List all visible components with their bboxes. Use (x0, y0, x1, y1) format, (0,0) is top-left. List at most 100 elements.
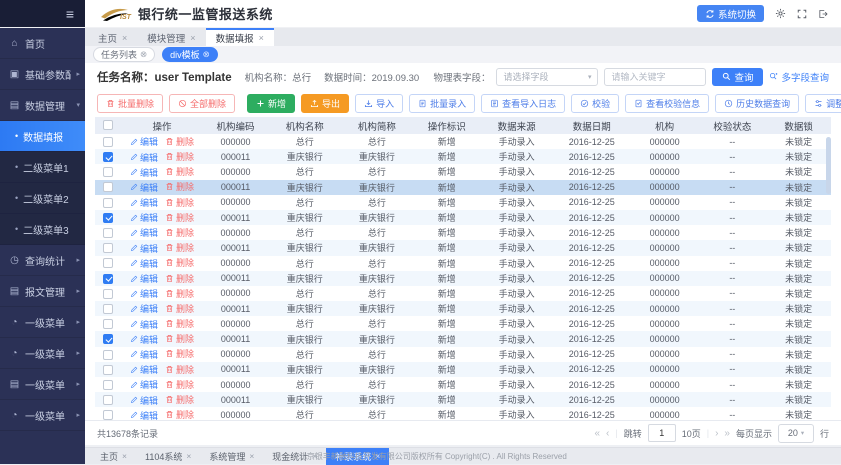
tab-0[interactable]: 主页× (88, 30, 137, 46)
row-checkbox[interactable] (103, 152, 113, 162)
row-checkbox[interactable] (103, 289, 113, 299)
last-page-button[interactable]: » (724, 428, 730, 439)
delete-link[interactable]: 删除 (165, 226, 194, 239)
edit-link[interactable]: 编辑 (130, 394, 158, 407)
row-checkbox[interactable] (103, 304, 113, 314)
delete-link[interactable]: 删除 (165, 302, 194, 315)
close-circle-icon[interactable]: ⊗ (140, 49, 147, 60)
taskbar-tab-1[interactable]: 1104系统× (136, 448, 200, 465)
sidebar-item-11[interactable]: ▤一级菜单▸ (0, 369, 85, 400)
toolbar-button-right-6[interactable]: 查看校验信息 (625, 94, 709, 113)
edit-link[interactable]: 编辑 (130, 348, 158, 361)
tab-1[interactable]: 模块管理× (137, 30, 205, 46)
delete-link[interactable]: 删除 (165, 408, 194, 420)
edit-link[interactable]: 编辑 (130, 226, 158, 239)
delete-link[interactable]: 删除 (165, 347, 194, 360)
per-page-select[interactable]: 20 ▾ (778, 424, 814, 443)
row-checkbox[interactable] (103, 410, 113, 420)
delete-link[interactable]: 删除 (165, 332, 194, 345)
sidebar-item-5[interactable]: •二级菜单2 (0, 183, 85, 214)
field-select[interactable]: 请选择字段 ▾ (496, 68, 598, 86)
toolbar-button-right-7[interactable]: 历史数据查询 (715, 94, 799, 113)
edit-link[interactable]: 编辑 (130, 409, 158, 420)
delete-link[interactable]: 删除 (165, 378, 194, 391)
search-button[interactable]: 查询 (712, 68, 763, 86)
tab-2[interactable]: 数据填报× (206, 28, 274, 46)
toolbar-button-right-5[interactable]: 校验 (571, 94, 619, 113)
select-all-checkbox[interactable] (103, 120, 113, 130)
delete-link[interactable]: 删除 (165, 135, 194, 148)
sidebar-item-3[interactable]: •数据填报 (0, 121, 85, 152)
edit-link[interactable]: 编辑 (130, 272, 158, 285)
edit-link[interactable]: 编辑 (130, 287, 158, 300)
row-checkbox[interactable] (103, 350, 113, 360)
edit-link[interactable]: 编辑 (130, 151, 158, 164)
delete-link[interactable]: 删除 (165, 363, 194, 376)
sidebar-item-1[interactable]: ▣基础参数配置▸ (0, 59, 85, 90)
sub-tab-chip-1[interactable]: div模板⊗ (162, 47, 218, 62)
row-checkbox[interactable] (103, 228, 113, 238)
row-checkbox[interactable] (103, 319, 113, 329)
row-checkbox[interactable] (103, 334, 113, 344)
edit-link[interactable]: 编辑 (130, 181, 158, 194)
row-checkbox[interactable] (103, 380, 113, 390)
sidebar-item-10[interactable]: ◔一级菜单▸ (0, 338, 85, 369)
row-checkbox[interactable] (103, 213, 113, 223)
delete-link[interactable]: 删除 (165, 287, 194, 300)
delete-link[interactable]: 删除 (165, 317, 194, 330)
delete-link[interactable]: 删除 (165, 211, 194, 224)
settings-gear-icon[interactable] (775, 8, 786, 19)
close-icon[interactable]: × (186, 451, 191, 461)
table-scrollbar[interactable] (826, 137, 831, 194)
sidebar-item-7[interactable]: ◷查询统计▸ (0, 245, 85, 276)
delete-link[interactable]: 删除 (165, 196, 194, 209)
edit-link[interactable]: 编辑 (130, 333, 158, 346)
sidebar-item-2[interactable]: ▤数据管理▾ (0, 90, 85, 121)
fullscreen-icon[interactable] (797, 9, 807, 19)
edit-link[interactable]: 编辑 (130, 363, 158, 376)
toolbar-button-right-4[interactable]: 查看导入日志 (481, 94, 565, 113)
toolbar-button-right-8[interactable]: 调整原因 (805, 94, 841, 113)
toolbar-button-right-3[interactable]: 批量录入 (409, 94, 475, 113)
logout-icon[interactable] (818, 9, 828, 19)
delete-link[interactable]: 删除 (165, 393, 194, 406)
toolbar-button-left-1[interactable]: 全部删除 (169, 94, 235, 113)
sidebar-item-0[interactable]: ⌂首页 (0, 28, 85, 59)
edit-link[interactable]: 编辑 (130, 166, 158, 179)
toolbar-button-right-2[interactable]: 导入 (355, 94, 403, 113)
close-icon[interactable]: × (259, 33, 264, 43)
first-page-button[interactable]: « (594, 428, 600, 439)
multi-field-query-link[interactable]: 多字段查询 (769, 70, 829, 84)
sidebar-item-12[interactable]: ◔一级菜单▸ (0, 400, 85, 431)
delete-link[interactable]: 删除 (165, 241, 194, 254)
prev-page-button[interactable]: ‹ (606, 428, 609, 439)
delete-link[interactable]: 删除 (165, 165, 194, 178)
row-checkbox[interactable] (103, 274, 113, 284)
edit-link[interactable]: 编辑 (130, 302, 158, 315)
close-icon[interactable]: × (190, 33, 195, 43)
edit-link[interactable]: 编辑 (130, 135, 158, 148)
keyword-input[interactable] (604, 68, 706, 86)
sidebar-item-6[interactable]: •二级菜单3 (0, 214, 85, 245)
edit-link[interactable]: 编辑 (130, 257, 158, 270)
edit-link[interactable]: 编辑 (130, 242, 158, 255)
close-circle-icon[interactable]: ⊗ (203, 49, 210, 60)
row-checkbox[interactable] (103, 258, 113, 268)
close-icon[interactable]: × (122, 451, 127, 461)
next-page-button[interactable]: › (715, 428, 718, 439)
taskbar-tab-2[interactable]: 系统管理× (200, 448, 263, 465)
row-checkbox[interactable] (103, 182, 113, 192)
edit-link[interactable]: 编辑 (130, 196, 158, 209)
row-checkbox[interactable] (103, 365, 113, 375)
toolbar-button-right-1[interactable]: 导出 (301, 94, 349, 113)
row-checkbox[interactable] (103, 167, 113, 177)
edit-link[interactable]: 编辑 (130, 378, 158, 391)
page-number-input[interactable] (648, 424, 676, 442)
hamburger-menu-icon[interactable]: ≡ (66, 7, 74, 21)
sub-tab-chip-0[interactable]: 任务列表⊗ (93, 47, 155, 62)
row-checkbox[interactable] (103, 395, 113, 405)
delete-link[interactable]: 删除 (165, 150, 194, 163)
delete-link[interactable]: 删除 (165, 272, 194, 285)
sidebar-item-8[interactable]: ▤报文管理▸ (0, 276, 85, 307)
row-checkbox[interactable] (103, 198, 113, 208)
